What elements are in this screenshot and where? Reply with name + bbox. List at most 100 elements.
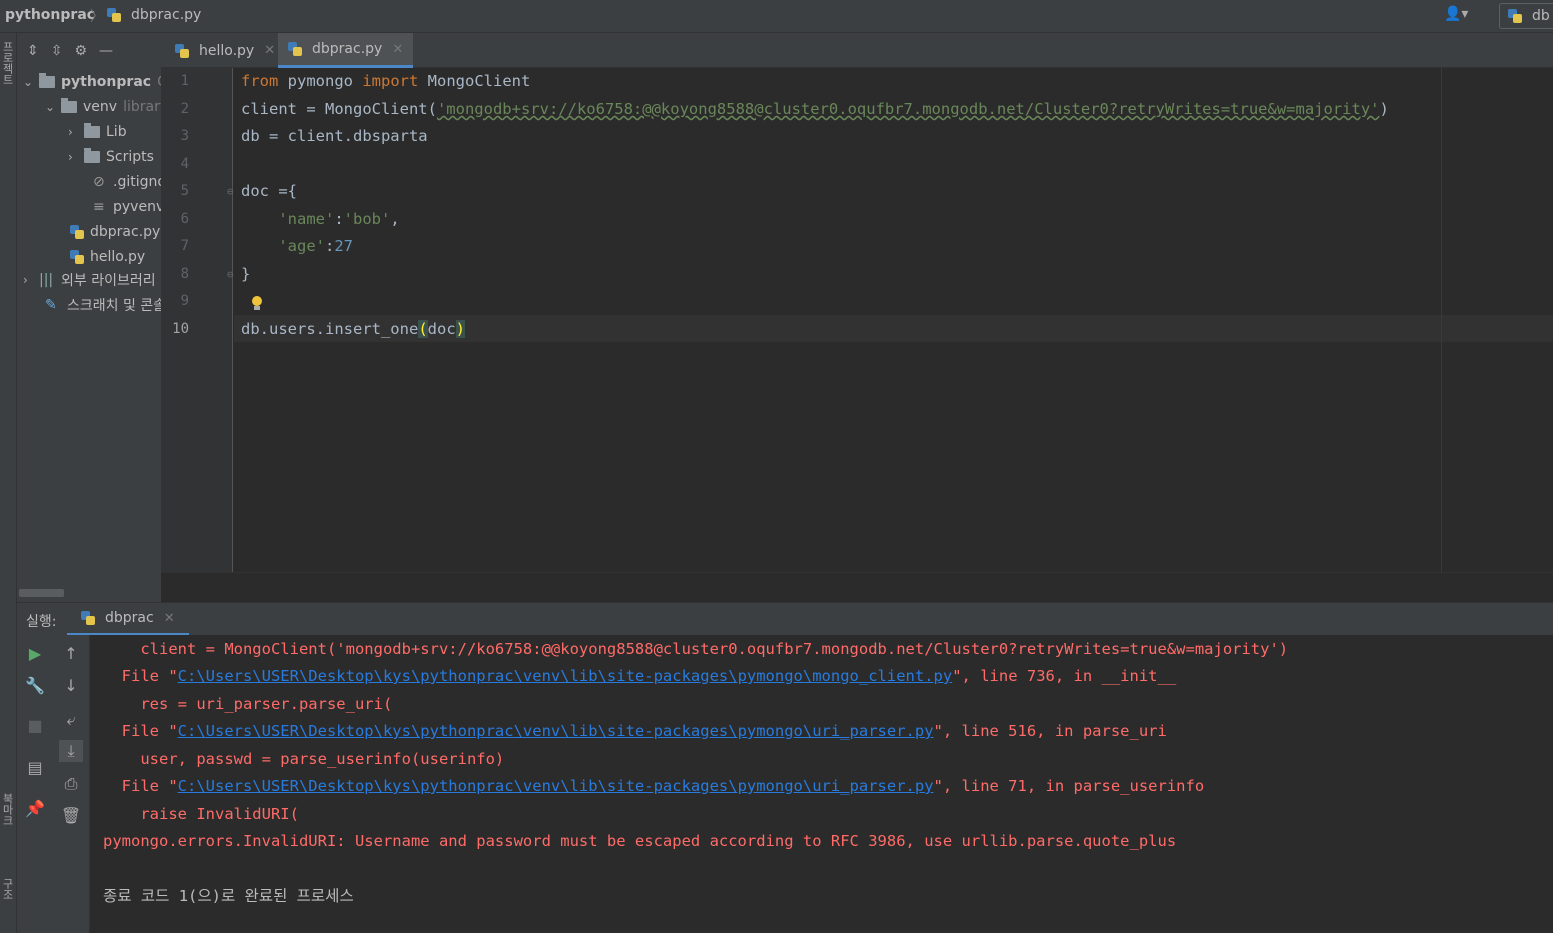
string-literal: 'name' <box>278 210 335 228</box>
structure-tool-window-button[interactable]: 구조 <box>1 878 15 900</box>
tab-dbprac-py[interactable]: dbprac.py ✕ <box>278 33 414 68</box>
identifier: MongoClient <box>418 72 531 90</box>
console-text: File " <box>103 722 178 740</box>
line-number: 9 <box>180 293 189 309</box>
wrench-icon[interactable]: 🔧 <box>17 675 53 697</box>
code-text: client = MongoClient( <box>241 100 437 118</box>
run-panel-header: 실행: dbprac ✕ <box>17 602 1553 636</box>
chevron-right-icon[interactable]: › <box>68 150 80 164</box>
tree-item-gitignore[interactable]: ⊘ .gitignore <box>93 169 161 194</box>
console-line: user, passwd = parse_userinfo(userinfo) <box>103 750 505 768</box>
project-tool-window-button[interactable]: 프로젝트 <box>1 41 15 85</box>
fold-icon[interactable]: ⊖ <box>227 185 234 198</box>
run-toolbar-primary: ▶ 🔧 ■ ▤ 📌 <box>17 635 53 933</box>
code-editor[interactable]: 1 2 3 4 5 6 7 8 9 10 ⊖ ⊖ from pymongo im… <box>161 68 1553 572</box>
string-literal: 'mongodb+srv://ko6758:@@koyong8588@clust… <box>436 100 1380 118</box>
bookmarks-tool-window-button[interactable]: 북마크 <box>1 793 15 826</box>
console-line: client = MongoClient('mongodb+srv://ko67… <box>103 640 1289 658</box>
tree-item-label: hello.py <box>90 248 146 265</box>
console-text: ", line 516, in parse_uri <box>933 722 1167 740</box>
tree-item-venv[interactable]: ⌄ venv library <box>45 94 161 119</box>
chevron-down-icon[interactable]: ⌄ <box>23 75 35 89</box>
string-literal: 'bob' <box>343 210 391 228</box>
hide-icon[interactable]: — <box>99 43 113 59</box>
run-configuration-label: db <box>1532 8 1550 24</box>
tree-item-external-libraries[interactable]: › ||| 외부 라이브러리 <box>23 267 161 292</box>
tree-item-label: venv <box>83 98 118 115</box>
lightbulb-icon[interactable] <box>251 296 263 310</box>
trash-icon[interactable]: 🗑 <box>53 805 89 827</box>
scroll-to-end-icon[interactable]: ⤓ <box>59 740 83 762</box>
tree-item-scratches[interactable]: ✎ 스크래치 및 콘솔 <box>45 292 161 317</box>
navigation-bar: pythonprac 〉 dbprac.py 👤▾ db <box>0 0 1553 33</box>
print-icon[interactable]: ⎙ <box>53 773 89 795</box>
python-icon <box>1508 9 1522 23</box>
breadcrumb-project[interactable]: pythonprac <box>5 7 95 23</box>
tree-item-lib[interactable]: › Lib <box>68 119 161 144</box>
line-number: 6 <box>180 211 189 227</box>
tree-item-label: pyvenv.cfg <box>113 198 161 215</box>
tree-item-suffix: library <box>123 98 161 115</box>
console-line: File "C:\Users\USER\Desktop\kys\pythonpr… <box>103 773 1205 800</box>
console-error-line: pymongo.errors.InvalidURI: Username and … <box>103 832 1177 850</box>
tree-item-hello[interactable]: hello.py <box>70 244 161 269</box>
module-name: pymongo <box>278 72 363 90</box>
rerun-icon[interactable]: ▶ <box>17 643 53 665</box>
tree-item-label: 스크래치 및 콘솔 <box>67 297 161 314</box>
tree-item-label: pythonprac <box>61 73 152 90</box>
code-text: ) <box>1379 100 1389 118</box>
file-link[interactable]: C:\Users\USER\Desktop\kys\pythonprac\ven… <box>178 667 953 685</box>
file-link[interactable]: C:\Users\USER\Desktop\kys\pythonprac\ven… <box>178 777 934 795</box>
folder-icon <box>39 72 55 88</box>
breadcrumb-file-label: dbprac.py <box>131 7 202 23</box>
close-icon[interactable]: ✕ <box>392 42 403 57</box>
python-file-icon <box>288 42 302 56</box>
arrow-up-icon[interactable]: ↑ <box>53 643 89 665</box>
tree-item-scripts[interactable]: › Scripts <box>68 144 161 169</box>
collapse-all-icon[interactable]: ⇳ <box>51 43 63 59</box>
tree-horizontal-scrollbar[interactable] <box>19 589 64 597</box>
run-configuration-selector[interactable]: db <box>1499 3 1553 29</box>
console-line: File "C:\Users\USER\Desktop\kys\pythonpr… <box>103 663 1177 690</box>
run-toolbar-secondary: ↑ ↓ ⤶ ⤓ ⎙ 🗑 <box>53 635 90 933</box>
soft-wrap-icon[interactable]: ⤶ <box>53 709 89 731</box>
arrow-down-icon[interactable]: ↓ <box>53 675 89 697</box>
chevron-down-icon[interactable]: ⌄ <box>45 100 57 114</box>
tree-item-pythonprac[interactable]: ⌄ pythonprac C: <box>23 69 161 94</box>
tree-item-pyvenv[interactable]: ≡ pyvenv.cfg <box>93 194 161 219</box>
run-tab-dbprac[interactable]: dbprac ✕ <box>67 603 189 636</box>
ignored-file-icon: ⊘ <box>93 173 105 190</box>
line-number: 3 <box>180 128 189 144</box>
line-number: 7 <box>180 238 189 254</box>
layout-icon[interactable]: ▤ <box>17 757 53 779</box>
pin-icon[interactable]: 📌 <box>17 798 53 820</box>
code-text: : <box>334 210 344 228</box>
code-line-10: db.users.insert_one(doc) <box>241 316 465 343</box>
folder-icon <box>84 147 100 163</box>
close-icon[interactable]: ✕ <box>264 43 275 58</box>
tab-hello-py[interactable]: hello.py ✕ <box>165 33 285 68</box>
fold-icon[interactable]: ⊖ <box>227 268 234 281</box>
panel-splitter[interactable] <box>161 572 1553 602</box>
line-number-current: 10 <box>172 321 189 337</box>
gear-icon[interactable]: ⚙ <box>74 43 87 59</box>
chevron-right-icon[interactable]: › <box>23 273 35 287</box>
console-text: File " <box>103 667 178 685</box>
console-text: File " <box>103 777 178 795</box>
scratch-icon: ✎ <box>45 296 57 313</box>
text-file-icon: ≡ <box>93 198 105 215</box>
stop-icon[interactable]: ■ <box>17 715 53 737</box>
file-link[interactable]: C:\Users\USER\Desktop\kys\pythonprac\ven… <box>178 722 934 740</box>
tree-item-dbprac[interactable]: dbprac.py <box>70 219 161 244</box>
folder-icon <box>84 122 100 138</box>
console-output[interactable]: client = MongoClient('mongodb+srv://ko67… <box>90 635 1553 933</box>
code-text: : <box>325 237 335 255</box>
account-icon[interactable]: 👤▾ <box>1444 6 1478 26</box>
breadcrumb-file[interactable]: dbprac.py <box>107 7 201 23</box>
tab-label: dbprac.py <box>312 41 383 57</box>
chevron-right-icon[interactable]: › <box>68 125 80 139</box>
expand-all-icon[interactable]: ⇕ <box>27 43 39 59</box>
paren-match: ( <box>418 320 428 338</box>
library-icon: ||| <box>39 271 54 288</box>
close-icon[interactable]: ✕ <box>164 611 175 626</box>
